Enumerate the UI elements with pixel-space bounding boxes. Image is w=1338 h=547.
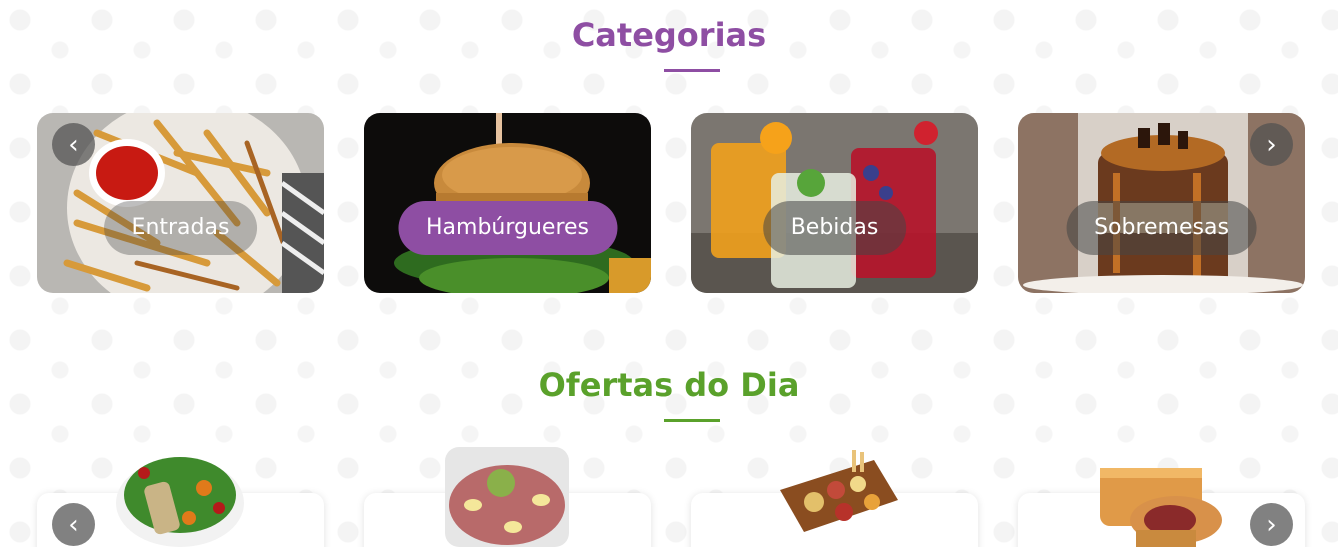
category-card-entradas[interactable]: Entradas ‹: [37, 113, 324, 293]
carpaccio-image: [445, 447, 569, 547]
categorias-underline: [664, 69, 720, 72]
category-card-sobremesas[interactable]: Sobremesas ›: [1018, 113, 1305, 293]
chevron-right-icon: ›: [1266, 509, 1277, 540]
category-label-entradas: Entradas: [103, 201, 258, 255]
ofertas-prev-button[interactable]: ‹: [52, 503, 95, 546]
charcuterie-board-image: [780, 450, 898, 532]
categorias-next-button[interactable]: ›: [1250, 123, 1293, 166]
categorias-title: Categorias: [571, 16, 767, 54]
chevron-right-icon: ›: [1266, 129, 1277, 160]
category-label-bebidas: Bebidas: [762, 201, 907, 255]
chevron-left-icon: ‹: [68, 509, 79, 540]
salad-image: [116, 457, 244, 547]
categorias-prev-button[interactable]: ‹: [52, 123, 95, 166]
category-card-bebidas[interactable]: Bebidas: [691, 113, 978, 293]
category-label-hamburgueres: Hambúrgueres: [397, 201, 618, 255]
category-card-hamburgueres[interactable]: Hambúrgueres: [364, 113, 651, 293]
ofertas-next-button[interactable]: ›: [1250, 503, 1293, 546]
chevron-left-icon: ‹: [68, 129, 79, 160]
ofertas-title: Ofertas do Dia: [538, 366, 800, 404]
ofertas-underline: [664, 419, 720, 422]
category-label-sobremesas: Sobremesas: [1066, 201, 1257, 255]
pastries-image: [1100, 468, 1222, 547]
